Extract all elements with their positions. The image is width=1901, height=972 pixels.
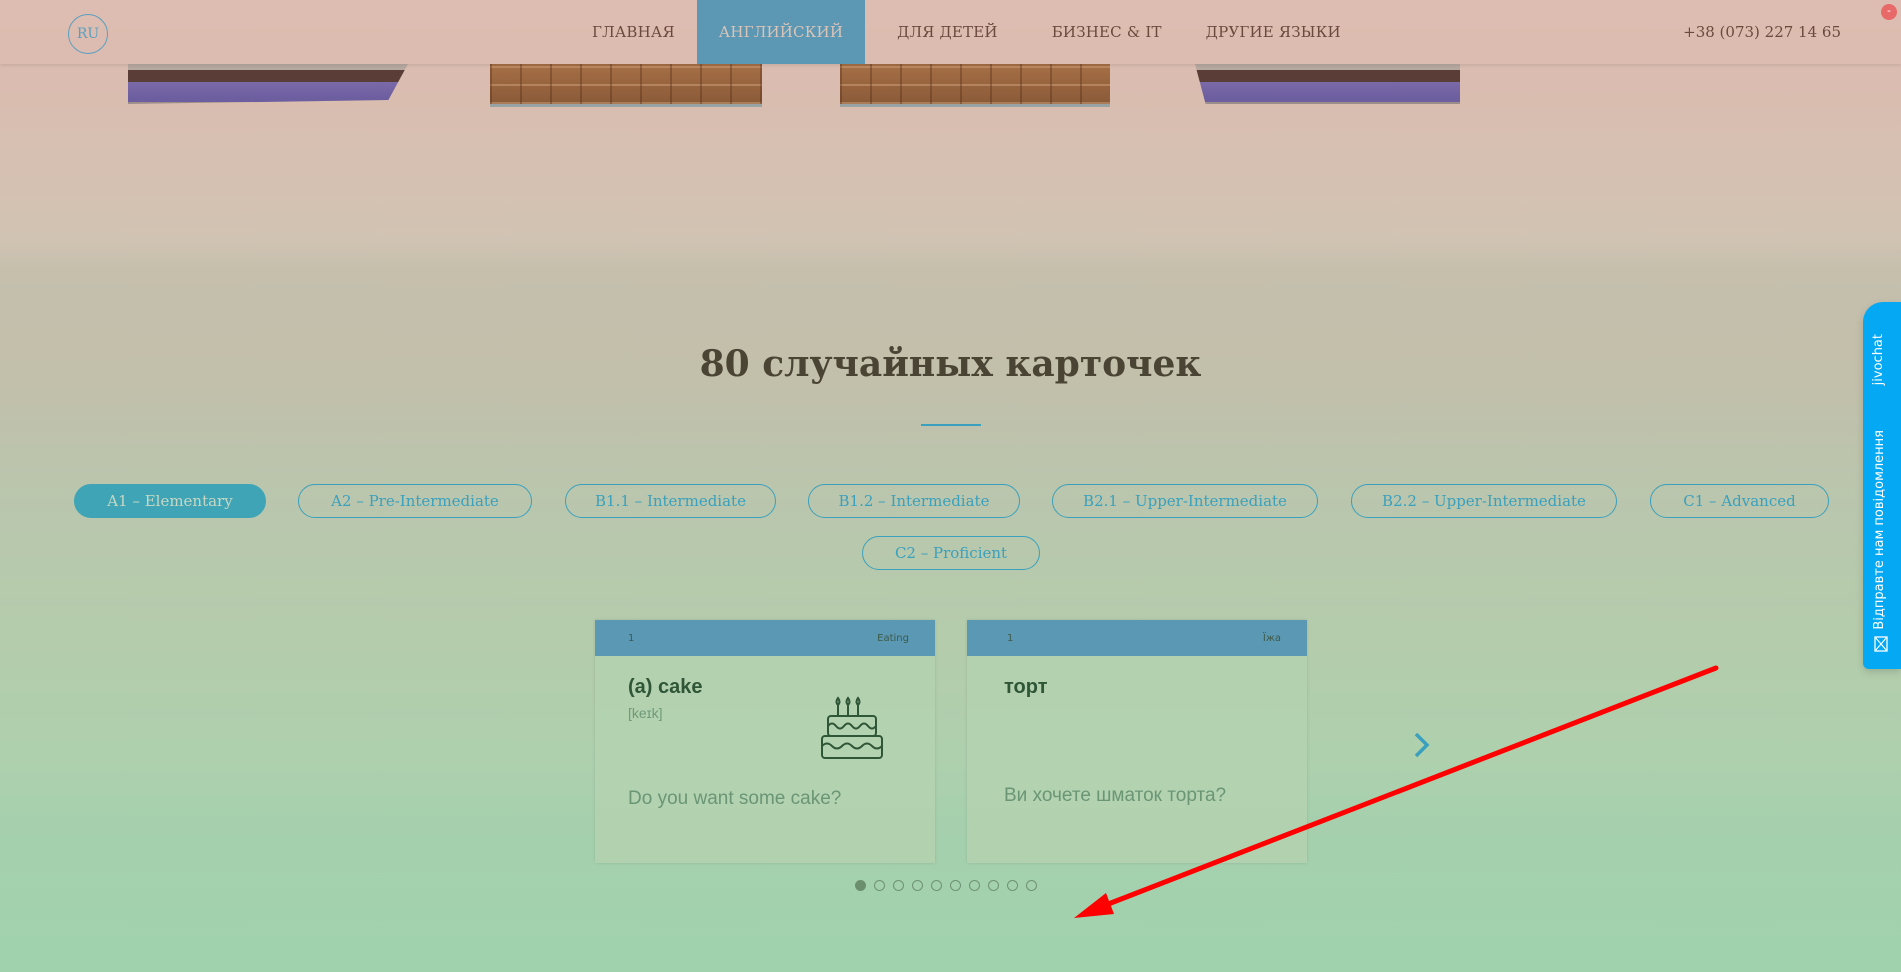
carousel-dot[interactable] — [969, 880, 980, 891]
book-image-4 — [1195, 64, 1460, 104]
birthday-cake-icon — [820, 692, 886, 764]
nav-item-english[interactable]: АНГЛИЙСКИЙ — [696, 0, 866, 64]
card-header: 1 Їжа — [967, 620, 1307, 656]
book-image-1 — [128, 64, 408, 104]
level-pill-b1-1[interactable]: B1.1 – Intermediate — [565, 484, 776, 518]
carousel-dot[interactable] — [912, 880, 923, 891]
book-image-3 — [840, 64, 1110, 107]
card-category: Їжа — [1262, 632, 1281, 644]
card-number: 1 — [628, 632, 635, 644]
carousel-dot[interactable] — [874, 880, 885, 891]
carousel-dot[interactable] — [855, 880, 866, 891]
card-number: 1 — [1007, 632, 1014, 644]
carousel-dot[interactable] — [931, 880, 942, 891]
flashcard-back[interactable]: 1 Їжа торт Ви хочете шматок торта? — [967, 620, 1307, 863]
jivochat-widget[interactable]: jivochat Відправте нам повідомлення — [1863, 302, 1901, 669]
carousel-dot[interactable] — [1026, 880, 1037, 891]
flashcard-front[interactable]: 1 Eating (a) cake [keɪk] Do you want som… — [595, 620, 935, 863]
jivochat-message: Відправте нам повідомлення — [1872, 430, 1887, 630]
level-pill-a1[interactable]: A1 – Elementary — [74, 484, 266, 518]
level-pill-b2-2[interactable]: B2.2 – Upper-Intermediate — [1351, 484, 1617, 518]
close-banner-button[interactable]: - — [1881, 4, 1897, 20]
section-title: 80 случайных карточек — [699, 343, 1202, 385]
carousel-dot[interactable] — [1007, 880, 1018, 891]
book-image-2 — [490, 64, 762, 107]
card-example: Do you want some cake? — [628, 788, 842, 809]
nav-item-kids[interactable]: ДЛЯ ДЕТЕЙ — [865, 0, 1030, 64]
level-pill-a2[interactable]: A2 – Pre-Intermediate — [298, 484, 532, 518]
card-category: Eating — [877, 632, 909, 644]
nav-item-other-languages[interactable]: ДРУГИЕ ЯЗЫКИ — [1184, 0, 1363, 64]
chevron-right-icon — [1414, 732, 1430, 758]
level-pill-c1[interactable]: C1 – Advanced — [1650, 484, 1829, 518]
jivochat-logo: jivochat — [1871, 334, 1886, 386]
carousel-dot[interactable] — [988, 880, 999, 891]
level-pill-b1-2[interactable]: B1.2 – Intermediate — [808, 484, 1020, 518]
carousel-pagination — [855, 880, 1037, 891]
card-header: 1 Eating — [595, 620, 935, 656]
card-word: торт — [1004, 676, 1048, 698]
level-pill-b2-1[interactable]: B2.1 – Upper-Intermediate — [1052, 484, 1318, 518]
title-divider — [921, 424, 981, 426]
carousel-dot[interactable] — [893, 880, 904, 891]
card-example: Ви хочете шматок торта? — [1004, 785, 1227, 806]
mail-icon — [1874, 636, 1888, 656]
level-pill-c2[interactable]: C2 – Proficient — [862, 536, 1040, 570]
main-nav: ГЛАВНАЯ АНГЛИЙСКИЙ ДЛЯ ДЕТЕЙ БИЗНЕС & IT… — [570, 0, 1363, 64]
card-word: (a) cake — [628, 676, 703, 698]
language-switcher[interactable]: RU — [68, 14, 108, 54]
carousel-dot[interactable] — [950, 880, 961, 891]
carousel-next-button[interactable] — [1410, 730, 1434, 760]
card-phonetic: [keɪk] — [628, 705, 663, 721]
nav-item-home[interactable]: ГЛАВНАЯ — [570, 0, 697, 64]
phone-number[interactable]: +38 (073) 227 14 65 — [1683, 0, 1841, 64]
nav-item-business-it[interactable]: БИЗНЕС & IT — [1030, 0, 1184, 64]
site-header: RU ГЛАВНАЯ АНГЛИЙСКИЙ ДЛЯ ДЕТЕЙ БИЗНЕС &… — [0, 0, 1901, 64]
